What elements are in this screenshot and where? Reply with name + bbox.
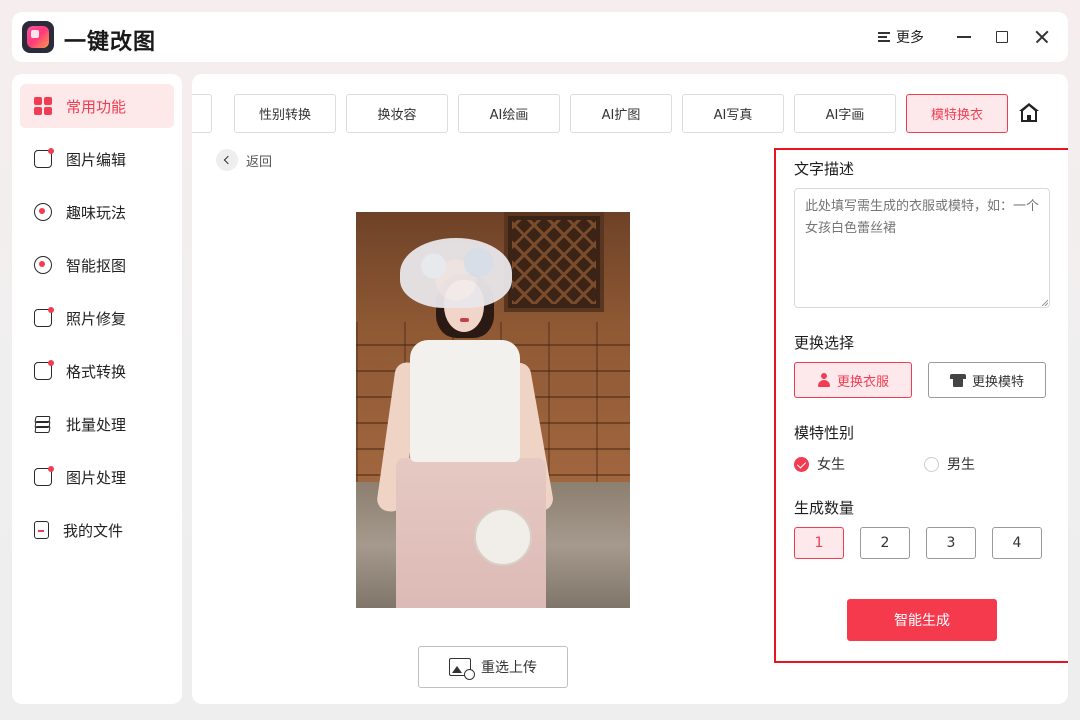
count-option-4[interactable]: 4 bbox=[992, 527, 1042, 559]
settings-panel: 文字描述 更换选择 更换衣服 更换模特 模特性别 女生 男生 生成数量 1 2 … bbox=[774, 148, 1068, 663]
image-refresh-icon bbox=[449, 658, 475, 680]
sidebar: 常用功能 图片编辑 趣味玩法 智能抠图 照片修复 格式转换 批量处理 图片处理 … bbox=[12, 74, 182, 704]
sidebar-item-label: 格式转换 bbox=[66, 362, 127, 381]
target-icon bbox=[34, 256, 52, 274]
minimize-button[interactable] bbox=[952, 25, 976, 49]
file-icon bbox=[34, 521, 49, 539]
sidebar-item-image-process[interactable]: 图片处理 bbox=[20, 455, 174, 499]
radio-unchecked-icon bbox=[924, 456, 939, 472]
tab-gender-swap[interactable]: 性别转换 bbox=[234, 94, 336, 133]
tab-ai-calligraphy[interactable]: AI字画 bbox=[794, 94, 896, 133]
sidebar-item-label: 图片处理 bbox=[66, 468, 127, 487]
gender-title: 模特性别 bbox=[794, 424, 855, 442]
sidebar-item-label: 智能抠图 bbox=[66, 256, 127, 275]
sidebar-item-label: 我的文件 bbox=[63, 521, 124, 540]
image-icon bbox=[34, 466, 54, 486]
sidebar-item-common[interactable]: 常用功能 bbox=[20, 84, 174, 128]
shirt-icon bbox=[949, 373, 966, 387]
chevron-left-icon bbox=[216, 149, 238, 171]
sidebar-item-label: 图片编辑 bbox=[66, 150, 127, 169]
sidebar-item-label: 常用功能 bbox=[66, 97, 127, 116]
sidebar-item-fun[interactable]: 趣味玩法 bbox=[20, 190, 174, 234]
reupload-label: 重选上传 bbox=[481, 660, 537, 676]
main-panel: 性别转换 换妆容 AI绘画 AI扩图 AI写真 AI字画 模特换衣 返回 重选上… bbox=[192, 74, 1068, 704]
close-button[interactable] bbox=[1030, 25, 1054, 49]
sidebar-item-cutout[interactable]: 智能抠图 bbox=[20, 243, 174, 287]
person-icon bbox=[817, 373, 831, 387]
uploaded-photo bbox=[356, 212, 630, 608]
repair-icon bbox=[34, 307, 54, 327]
grid-icon bbox=[34, 97, 52, 115]
app-logo-icon bbox=[22, 21, 54, 53]
count-title: 生成数量 bbox=[794, 499, 855, 517]
reupload-button[interactable]: 重选上传 bbox=[418, 646, 568, 688]
gender-female-radio[interactable]: 女生 bbox=[794, 454, 845, 474]
app-title: 一键改图 bbox=[64, 30, 157, 55]
text-desc-title: 文字描述 bbox=[794, 160, 855, 178]
tab-makeup[interactable]: 换妆容 bbox=[346, 94, 448, 133]
gender-male-radio[interactable]: 男生 bbox=[924, 454, 975, 474]
edit-icon bbox=[34, 148, 54, 168]
count-option-1[interactable]: 1 bbox=[794, 527, 844, 559]
count-option-2[interactable]: 2 bbox=[860, 527, 910, 559]
back-label: 返回 bbox=[246, 154, 273, 170]
sidebar-item-label: 照片修复 bbox=[66, 309, 127, 328]
home-icon[interactable] bbox=[1018, 102, 1040, 124]
more-label: 更多 bbox=[896, 30, 924, 46]
sidebar-item-my-files[interactable]: 我的文件 bbox=[20, 508, 174, 552]
resize-grip-icon[interactable] bbox=[1042, 300, 1048, 306]
magic-wand-icon bbox=[34, 203, 52, 221]
text-desc-input[interactable] bbox=[794, 188, 1050, 308]
sidebar-item-label: 批量处理 bbox=[66, 415, 127, 434]
menu-icon bbox=[878, 31, 890, 43]
sidebar-item-convert[interactable]: 格式转换 bbox=[20, 349, 174, 393]
replace-clothes-button[interactable]: 更换衣服 bbox=[794, 362, 912, 398]
convert-icon bbox=[34, 360, 54, 380]
replace-clothes-label: 更换衣服 bbox=[836, 374, 889, 390]
sidebar-item-repair[interactable]: 照片修复 bbox=[20, 296, 174, 340]
maximize-button[interactable] bbox=[990, 25, 1014, 49]
replace-title: 更换选择 bbox=[794, 334, 855, 352]
replace-model-button[interactable]: 更换模特 bbox=[928, 362, 1046, 398]
generate-button[interactable]: 智能生成 bbox=[847, 599, 997, 641]
back-button[interactable]: 返回 bbox=[216, 149, 272, 171]
tab-ai-painting[interactable]: AI绘画 bbox=[458, 94, 560, 133]
sidebar-item-batch[interactable]: 批量处理 bbox=[20, 402, 174, 446]
replace-model-label: 更换模特 bbox=[971, 374, 1024, 390]
count-option-3[interactable]: 3 bbox=[926, 527, 976, 559]
more-button[interactable]: 更多 bbox=[878, 26, 924, 48]
title-bar: 一键改图 更多 bbox=[12, 12, 1068, 62]
gender-male-label: 男生 bbox=[947, 457, 975, 473]
tab-ai-expand[interactable]: AI扩图 bbox=[570, 94, 672, 133]
gender-female-label: 女生 bbox=[817, 457, 845, 473]
radio-checked-icon bbox=[794, 456, 809, 472]
sidebar-item-image-edit[interactable]: 图片编辑 bbox=[20, 137, 174, 181]
sidebar-item-label: 趣味玩法 bbox=[66, 203, 127, 222]
layers-icon bbox=[34, 415, 52, 433]
tab-partial[interactable] bbox=[192, 94, 212, 133]
tab-model-outfit[interactable]: 模特换衣 bbox=[906, 94, 1008, 133]
tab-ai-portrait[interactable]: AI写真 bbox=[682, 94, 784, 133]
